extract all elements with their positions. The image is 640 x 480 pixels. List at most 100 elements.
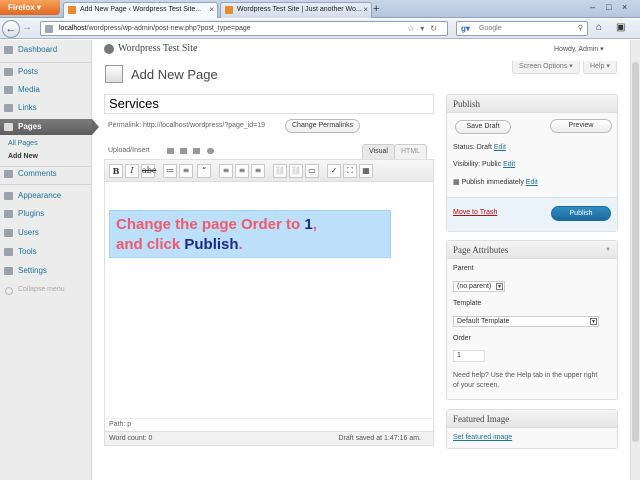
howdy-user[interactable]: Howdy, Admin ▾ <box>554 45 604 53</box>
post-status-label: Status: Draft <box>453 144 492 151</box>
edit-status-link[interactable]: Edit <box>494 144 506 151</box>
featured-image-heading[interactable]: Featured Image <box>447 410 617 428</box>
add-image-icon[interactable] <box>167 148 174 154</box>
publish-schedule-label: Publish immediately <box>461 179 524 186</box>
new-tab-icon[interactable]: + <box>373 2 379 16</box>
move-to-trash-link[interactable]: Move to Trash <box>453 209 497 216</box>
add-audio-icon[interactable] <box>193 148 200 154</box>
sidebar-item-label: Dashboard <box>18 45 58 54</box>
publish-heading-label: Publish <box>453 99 481 109</box>
tools-icon <box>4 248 13 256</box>
publish-button[interactable]: Publish <box>551 206 611 221</box>
align-left-icon[interactable]: ≡ <box>219 164 233 178</box>
align-right-icon[interactable]: ≡ <box>251 164 265 178</box>
parent-select[interactable]: (no parent) ▼ <box>453 281 505 292</box>
sidebar-item-tools[interactable]: Tools <box>0 244 92 260</box>
sidebar-item-media[interactable]: Media <box>0 82 92 98</box>
tab-test-site[interactable]: Wordpress Test Site | Just another Wo...… <box>220 2 372 18</box>
align-center-icon[interactable]: ≡ <box>235 164 249 178</box>
sidebar-item-label: Comments <box>18 169 57 178</box>
tab-visual[interactable]: Visual <box>362 144 395 159</box>
save-draft-button[interactable]: Save Draft <box>455 120 511 134</box>
title-input[interactable]: Services <box>104 94 434 114</box>
wordpress-logo-icon <box>104 44 114 54</box>
preview-button[interactable]: Preview <box>550 119 612 133</box>
post-status: Status: Draft Edit <box>453 144 506 151</box>
screen-options-label: Screen Options <box>519 63 568 70</box>
featured-image-box: Featured Image Set featured image <box>446 409 618 449</box>
admin-sidebar: Dashboard Posts Media Links Pages All Pa… <box>0 40 99 480</box>
collapse-menu[interactable]: Collapse menu <box>0 286 92 295</box>
publish-box-heading[interactable]: Publish <box>447 95 617 113</box>
help-tab[interactable]: Help ▾ <box>583 61 617 74</box>
bookmark-star-icon[interactable]: ☆▾↻ <box>407 22 443 35</box>
sidebar-item-dashboard[interactable]: Dashboard <box>0 42 92 58</box>
fullscreen-icon[interactable]: ⛶ <box>343 164 357 178</box>
template-select[interactable]: Default Template ▼ <box>453 316 599 327</box>
search-placeholder: Google <box>479 25 502 32</box>
insert-more-icon[interactable]: ▭ <box>305 164 319 178</box>
sidebar-item-links[interactable]: Links <box>0 100 92 116</box>
page-scrollbar[interactable] <box>630 40 640 480</box>
tab-add-new-page[interactable]: Add New Page ‹ Wordpress Test Site... × <box>63 2 218 18</box>
numbered-list-icon[interactable]: ≡ <box>179 164 193 178</box>
kitchen-sink-icon[interactable]: ▦ <box>359 164 373 178</box>
firefox-menu-button[interactable]: Firefox ▾ <box>0 0 60 15</box>
sidebar-item-posts[interactable]: Posts <box>0 64 92 80</box>
instruction-highlight-publish: Publish <box>184 236 239 253</box>
tab-close-icon[interactable]: × <box>209 3 214 17</box>
chevron-down-icon: ▼ <box>496 283 503 290</box>
sidebar-item-pages[interactable]: Pages <box>0 119 99 135</box>
minimize-icon[interactable]: – <box>590 0 595 14</box>
site-identity-icon <box>45 25 53 33</box>
page-attributes-heading[interactable]: Page Attributes ▼ <box>447 241 617 259</box>
back-arrow-icon[interactable]: ← <box>2 20 20 38</box>
sidebar-item-label: Settings <box>18 266 47 275</box>
sidebar-item-users[interactable]: Users <box>0 225 92 241</box>
home-icon[interactable]: ⌂ <box>596 22 602 33</box>
scrollbar-thumb[interactable] <box>632 62 639 442</box>
sidebar-item-comments[interactable]: Comments <box>0 166 92 182</box>
bold-icon[interactable]: B <box>109 164 123 178</box>
strikethrough-icon[interactable]: abc <box>141 164 156 178</box>
sidebar-subitem-all-pages[interactable]: All Pages <box>0 138 92 150</box>
url-host: localhost <box>59 25 87 32</box>
collapse-icon <box>5 287 13 295</box>
italic-icon[interactable]: I <box>125 164 139 178</box>
forward-arrow-icon[interactable]: → <box>22 22 32 33</box>
bullet-list-icon[interactable]: ≔ <box>163 164 177 178</box>
sidebar-subitem-add-new[interactable]: Add New <box>0 151 92 163</box>
tab-html[interactable]: HTML <box>394 144 428 159</box>
change-permalinks-button[interactable]: Change Permalinks <box>285 119 361 133</box>
spellcheck-icon[interactable]: ✓ <box>327 164 341 178</box>
wordpress-favicon-icon <box>225 6 233 14</box>
sidebar-item-settings[interactable]: Settings <box>0 263 92 279</box>
toggle-arrow-icon[interactable]: ▼ <box>605 241 611 259</box>
set-featured-image-link[interactable]: Set featured image <box>453 434 512 441</box>
search-input[interactable]: g▾ Google ⚲ <box>456 21 588 36</box>
word-count: Word count: 0 <box>109 435 153 442</box>
settings-icon <box>4 267 13 275</box>
blockquote-icon[interactable]: “ <box>197 164 211 178</box>
address-bar[interactable]: localhost/wordpress/wp-admin/post-new.ph… <box>40 21 448 36</box>
maximize-icon[interactable]: □ <box>606 0 611 14</box>
edit-visibility-link[interactable]: Edit <box>503 161 515 168</box>
add-media-icon[interactable] <box>207 148 214 154</box>
tab-close-icon[interactable]: × <box>363 3 368 17</box>
bookmarks-icon[interactable]: ▣ <box>616 22 625 33</box>
order-input[interactable]: 1 <box>453 350 485 362</box>
sidebar-item-plugins[interactable]: Plugins <box>0 206 92 222</box>
screen-options-tab[interactable]: Screen Options ▾ <box>512 61 580 74</box>
edit-schedule-link[interactable]: Edit <box>526 179 538 186</box>
site-title[interactable]: Wordpress Test Site <box>118 43 197 54</box>
unlink-icon[interactable]: ⛓ <box>289 164 303 178</box>
add-video-icon[interactable] <box>180 148 187 154</box>
content-editor[interactable]: B I abc ≔ ≡ “ ≡ ≡ ≡ ⛓ ⛓ ▭ ✓ ⛶ ▦ Change t… <box>104 159 434 446</box>
instruction-highlight-order: 1 <box>304 216 313 233</box>
insert-link-icon[interactable]: ⛓ <box>273 164 287 178</box>
sidebar-item-appearance[interactable]: Appearance <box>0 188 92 204</box>
search-icon[interactable]: ⚲ <box>578 22 583 35</box>
users-icon <box>4 229 13 237</box>
close-window-icon[interactable]: × <box>622 0 627 14</box>
sidebar-item-label: Appearance <box>18 191 62 200</box>
